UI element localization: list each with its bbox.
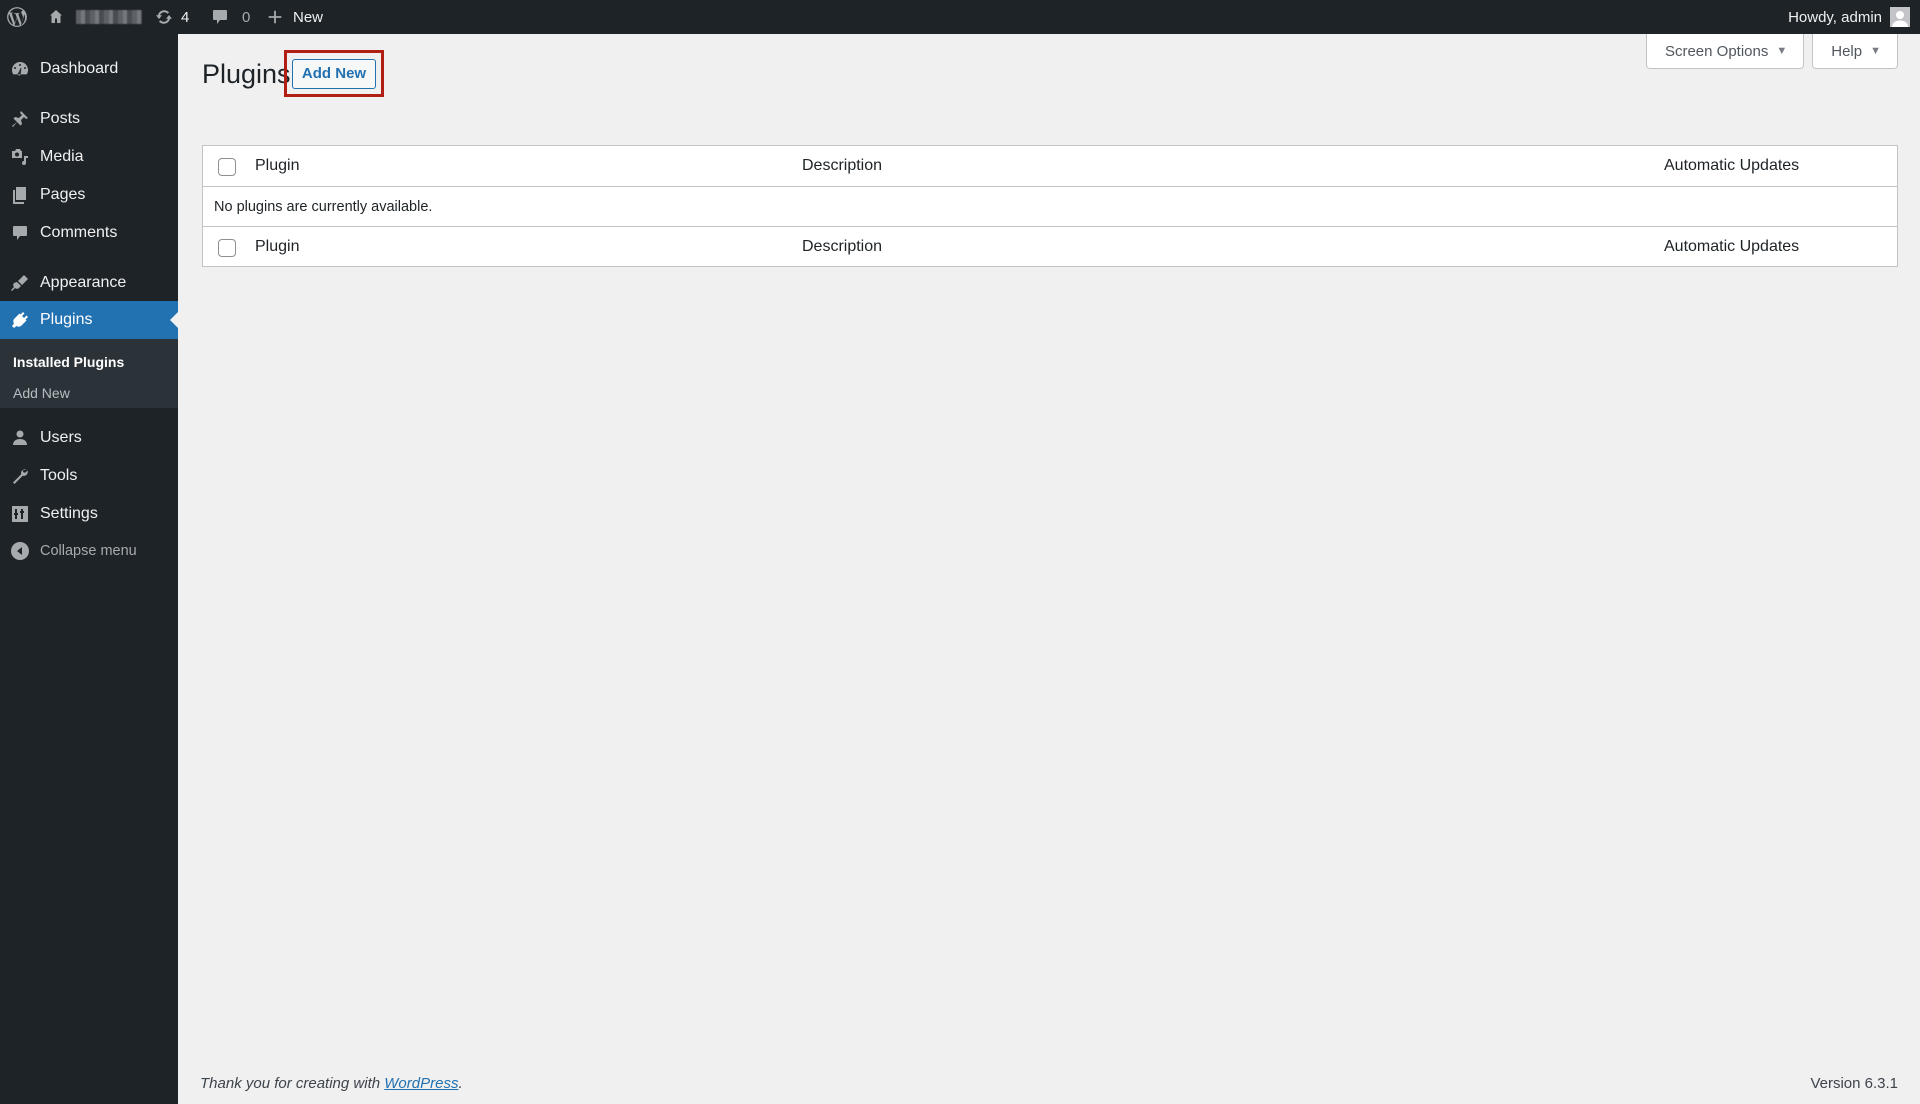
sidebar-label: Dashboard	[40, 60, 119, 77]
comments-count: 0	[242, 8, 251, 26]
new-label: New	[293, 8, 324, 26]
sidebar-label: Comments	[40, 224, 118, 241]
sidebar-item-media[interactable]: Media	[0, 138, 178, 176]
column-header-automatic-updates: Automatic Updates	[1664, 157, 1800, 174]
howdy-text: Howdy, admin	[1788, 8, 1882, 26]
new-content-menu[interactable]: New	[266, 0, 323, 34]
help-label: Help	[1831, 42, 1863, 60]
sidebar-item-dashboard[interactable]: Dashboard	[0, 50, 178, 88]
screen-meta-links: Screen Options ▼ Help ▼	[1645, 34, 1898, 69]
sidebar-item-users[interactable]: Users	[0, 419, 178, 457]
sidebar-item-appearance[interactable]: Appearance	[0, 264, 178, 302]
sidebar-label: Tools	[40, 467, 78, 484]
select-all-checkbox[interactable]	[218, 158, 236, 176]
sidebar-label: Users	[40, 429, 82, 446]
caret-down-icon: ▼	[1776, 45, 1788, 57]
avatar-icon	[1890, 7, 1910, 27]
comment-icon	[0, 223, 40, 243]
footer-thanks-prefix: Thank you for creating with	[200, 1075, 385, 1092]
site-name-menu[interactable]	[46, 0, 142, 34]
table-header-row: Plugin Description Automatic Updates	[203, 146, 1897, 186]
comments-menu[interactable]: 0	[210, 0, 250, 34]
plugins-table: Plugin Description Automatic Updates No …	[202, 145, 1898, 267]
site-name-redacted	[76, 10, 142, 24]
column-header-plugin[interactable]: Plugin	[255, 157, 299, 175]
plugin-icon	[0, 310, 40, 330]
sidebar-item-settings[interactable]: Settings	[0, 495, 178, 533]
sidebar-item-pages[interactable]: Pages	[0, 176, 178, 214]
highlight-annotation: Add New	[284, 50, 384, 97]
submenu-installed-plugins[interactable]: Installed Plugins	[13, 354, 124, 370]
page-title: Plugins	[202, 59, 291, 89]
sidebar-label: Media	[40, 148, 84, 165]
column-footer-plugin[interactable]: Plugin	[255, 238, 299, 256]
collapse-icon	[0, 541, 40, 561]
paintbrush-icon	[0, 273, 40, 293]
caret-down-icon: ▼	[1870, 45, 1881, 57]
select-all-checkbox-footer[interactable]	[218, 239, 236, 257]
wordpress-logo-icon	[6, 6, 28, 28]
updates-menu[interactable]: 4	[154, 0, 189, 34]
sidebar-item-plugins[interactable]: Plugins	[0, 301, 178, 339]
sidebar-item-posts[interactable]: Posts	[0, 100, 178, 138]
wrench-icon	[0, 466, 40, 486]
sidebar-label: Posts	[40, 110, 81, 127]
media-icon	[0, 147, 40, 167]
collapse-menu-button[interactable]: Collapse menu	[0, 532, 178, 570]
table-footer-row: Plugin Description Automatic Updates	[203, 226, 1897, 266]
footer-version: Version 6.3.1	[1810, 1075, 1898, 1092]
pushpin-icon	[0, 109, 40, 129]
collapse-label: Collapse menu	[40, 543, 137, 559]
updates-count: 4	[181, 8, 190, 26]
pages-icon	[0, 185, 40, 205]
plugins-submenu: Installed Plugins Add New	[0, 339, 178, 408]
comment-icon	[210, 7, 230, 27]
sidebar-item-comments[interactable]: Comments	[0, 214, 178, 252]
dashboard-icon	[0, 59, 40, 79]
sidebar-label: Plugins	[40, 311, 93, 328]
wordpress-logo-menu[interactable]	[6, 0, 32, 34]
wordpress-link[interactable]: WordPress	[384, 1075, 458, 1092]
column-header-description: Description	[802, 157, 883, 174]
admin-sidebar: Dashboard Posts Media Pages Comments App…	[0, 34, 178, 1104]
empty-message: No plugins are currently available.	[214, 198, 433, 215]
plus-icon	[266, 8, 284, 26]
screen-options-button[interactable]: Screen Options ▼	[1645, 34, 1805, 69]
add-new-plugin-button[interactable]: Add New	[291, 58, 377, 89]
screen-options-label: Screen Options	[1664, 42, 1769, 60]
users-icon	[0, 428, 40, 448]
updates-icon	[154, 7, 174, 27]
main-content: Screen Options ▼ Help ▼ Plugins Add New …	[178, 34, 1920, 1104]
my-account-menu[interactable]: Howdy, admin	[1788, 0, 1910, 34]
sidebar-item-tools[interactable]: Tools	[0, 457, 178, 495]
column-footer-description: Description	[802, 237, 883, 255]
footer-thanks-suffix: .	[458, 1075, 463, 1092]
settings-icon	[0, 504, 40, 524]
admin-bar: 4 0 New Howdy, admin	[0, 0, 1920, 34]
footer-thankyou: Thank you for creating with WordPress.	[200, 1075, 463, 1092]
column-footer-automatic-updates: Automatic Updates	[1664, 237, 1800, 255]
home-icon	[46, 7, 66, 27]
sidebar-label: Appearance	[40, 274, 127, 291]
sidebar-label: Settings	[40, 505, 98, 522]
help-button[interactable]: Help ▼	[1812, 34, 1898, 69]
table-row: No plugins are currently available.	[203, 186, 1897, 226]
sidebar-label: Pages	[40, 186, 86, 203]
submenu-add-new[interactable]: Add New	[13, 385, 70, 401]
